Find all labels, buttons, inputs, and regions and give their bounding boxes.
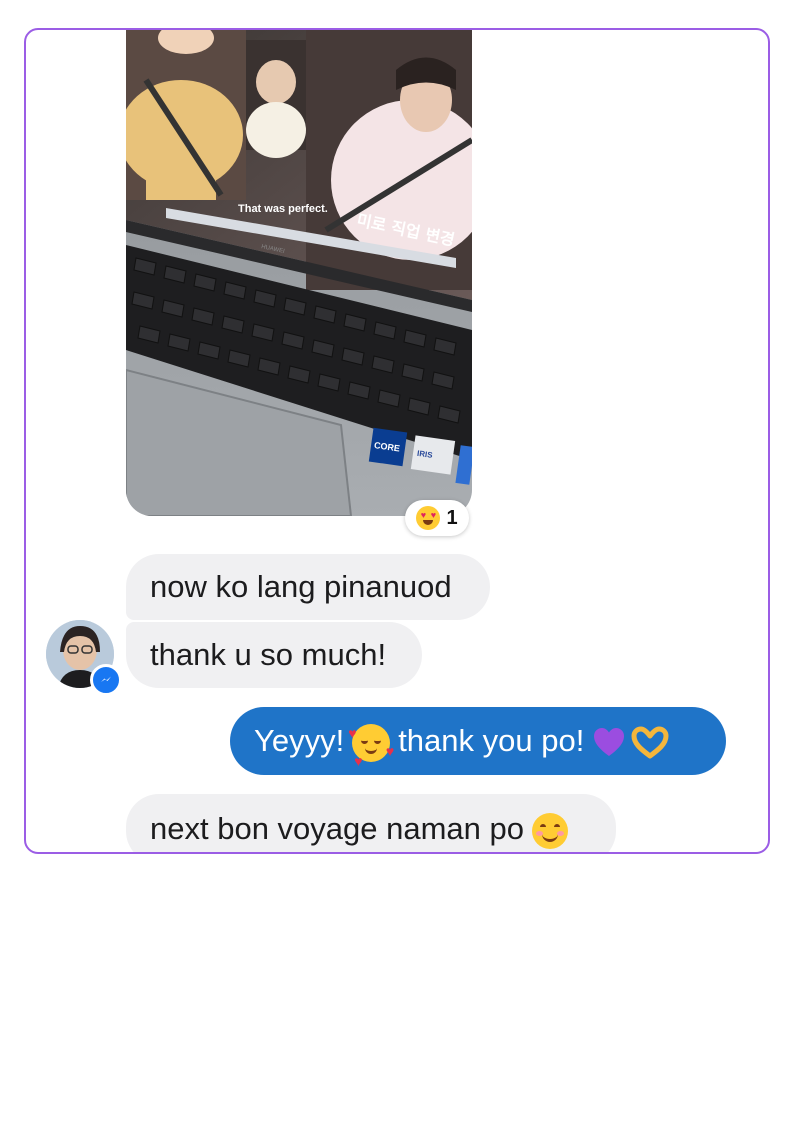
heart-hands-icon xyxy=(631,726,669,759)
message-text-end: thank you po! xyxy=(398,723,585,758)
message-reaction[interactable]: ♥ ♥ 1 xyxy=(405,500,469,536)
message-text: now ko lang pinanuod xyxy=(150,569,452,604)
reaction-count: 1 xyxy=(446,506,458,529)
heart-eyes-emoji-icon: ♥ ♥ xyxy=(416,506,441,530)
smiling-face-with-hearts-icon: ♥ ♥ ♥ xyxy=(348,723,395,769)
smiling-face-icon xyxy=(532,812,568,849)
message-text: next bon voyage naman po xyxy=(150,811,524,846)
purple-heart-icon xyxy=(594,727,625,756)
messenger-icon xyxy=(90,664,122,696)
message-text-start: Yeyyy! xyxy=(254,723,345,758)
shared-photo[interactable]: That was perfect. 미로 직업 변경 HUAWEI CORE I… xyxy=(126,30,472,516)
incoming-message-bubble[interactable]: now ko lang pinanuod xyxy=(126,554,490,620)
incoming-message-bubble[interactable]: thank u so much! xyxy=(126,622,422,688)
incoming-message-bubble[interactable]: next bon voyage naman po xyxy=(126,794,616,852)
photo-subtitle: That was perfect. xyxy=(238,203,328,215)
message-text: thank u so much! xyxy=(150,637,387,672)
laptop-photo-illustration: That was perfect. 미로 직업 변경 HUAWEI CORE I… xyxy=(126,30,472,516)
chat-screenshot-card: That was perfect. 미로 직업 변경 HUAWEI CORE I… xyxy=(24,28,770,854)
outgoing-message-bubble[interactable]: Yeyyy! ♥ ♥ ♥ thank you po! xyxy=(230,707,726,775)
